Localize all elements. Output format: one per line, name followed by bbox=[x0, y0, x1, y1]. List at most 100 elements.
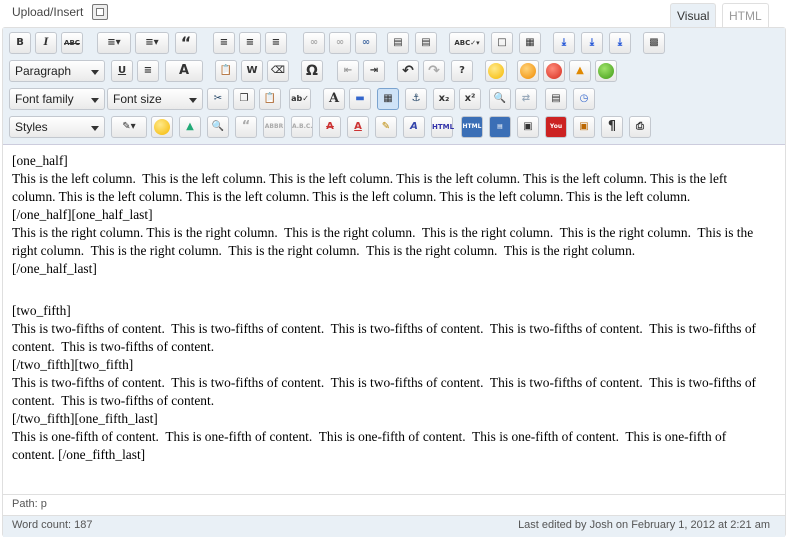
indent-button[interactable]: ⇥ bbox=[363, 60, 385, 82]
emotions-button[interactable] bbox=[151, 116, 173, 138]
superscript-button[interactable]: x² bbox=[459, 88, 481, 110]
subscript-button[interactable]: x₂ bbox=[433, 88, 455, 110]
abbr-button[interactable]: ABBR bbox=[263, 116, 285, 138]
binoculars-icon: 🔍 bbox=[493, 93, 507, 104]
fullscreen-icon: □ bbox=[497, 37, 507, 48]
acronym-button[interactable]: A.B.C. bbox=[291, 116, 313, 138]
scissors-icon: ✂ bbox=[213, 93, 223, 104]
insert-column-last-button[interactable]: ⤓ bbox=[609, 32, 631, 54]
show-blocks-button[interactable]: ¶ bbox=[601, 116, 623, 138]
insert-column-alt-button[interactable]: ⤓ bbox=[581, 32, 603, 54]
insert-link-button[interactable]: ∞ bbox=[303, 32, 325, 54]
undo-button[interactable]: ↶ bbox=[397, 60, 419, 82]
smiley-icon bbox=[488, 63, 504, 79]
find-button[interactable]: 🔍 bbox=[489, 88, 511, 110]
numbered-list-button[interactable]: ≡▾ bbox=[135, 32, 169, 54]
preview-button[interactable]: 🔍 bbox=[207, 116, 229, 138]
more-tag-button[interactable]: ▤ bbox=[387, 32, 409, 54]
font-size-select[interactable]: Font size bbox=[107, 88, 203, 110]
format-select-label: Paragraph bbox=[15, 64, 72, 78]
styles-select[interactable]: Styles bbox=[9, 116, 105, 138]
spellcheck-button[interactable]: ABC✓▾ bbox=[449, 32, 485, 54]
copy-button[interactable]: ❐ bbox=[233, 88, 255, 110]
html-button[interactable]: HTML bbox=[431, 116, 454, 138]
edit-css-button[interactable]: ✎▾ bbox=[111, 116, 147, 138]
smiley-button[interactable] bbox=[485, 60, 507, 82]
bullet-list-button[interactable]: ≡▾ bbox=[97, 32, 131, 54]
horizontal-rule-button[interactable]: ▬ bbox=[349, 88, 371, 110]
bold-button[interactable]: B bbox=[9, 32, 31, 54]
editor-content[interactable]: [one_half] This is the left column. This … bbox=[12, 152, 772, 464]
content-paragraph: This is one-fifth of content. This is on… bbox=[12, 429, 730, 462]
kitchen-sink-button[interactable]: ▦ bbox=[519, 32, 541, 54]
remove-format-button[interactable]: ⌫ bbox=[267, 60, 289, 82]
undo-icon: ↶ bbox=[402, 63, 414, 79]
text-style-button[interactable]: A bbox=[323, 88, 345, 110]
insert-column-icon: ⤓ bbox=[561, 37, 567, 48]
table-button[interactable]: ▦ bbox=[377, 88, 399, 110]
blockquote-button[interactable]: “ bbox=[175, 32, 197, 54]
unlink-icon: ∞ bbox=[335, 37, 345, 48]
upload-insert-label[interactable]: Upload/Insert bbox=[12, 5, 83, 19]
media-embed-icon: ▣ bbox=[579, 121, 589, 132]
delete-button[interactable]: A bbox=[319, 116, 341, 138]
media-button[interactable]: ▩ bbox=[643, 32, 665, 54]
align-left-button[interactable]: ≡ bbox=[213, 32, 235, 54]
cite-button[interactable]: “ bbox=[235, 116, 257, 138]
insert-image-button[interactable]: ▲ bbox=[179, 116, 201, 138]
justify-button[interactable]: ≡ bbox=[137, 60, 159, 82]
insert-text-button[interactable]: A bbox=[347, 116, 369, 138]
underline-button[interactable]: U bbox=[111, 60, 133, 82]
print-button[interactable]: ⎙ bbox=[629, 116, 651, 138]
film-button[interactable]: ▣ bbox=[517, 116, 539, 138]
embed-media-button[interactable]: ▣ bbox=[573, 116, 595, 138]
html-source-button[interactable]: ▤ bbox=[489, 116, 511, 138]
insert-date-button[interactable]: ▤ bbox=[545, 88, 567, 110]
font-family-select[interactable]: Font family bbox=[9, 88, 105, 110]
anchor-button[interactable]: ⚓ bbox=[405, 88, 427, 110]
page-break-button[interactable]: ▤ bbox=[415, 32, 437, 54]
content-paragraph: [/one_half_last] bbox=[12, 261, 97, 276]
html-edit-button[interactable]: HTML bbox=[461, 116, 483, 138]
replace-button[interactable]: ⇄ bbox=[515, 88, 537, 110]
insert-column-button[interactable]: ⤓ bbox=[553, 32, 575, 54]
youtube-button[interactable]: You bbox=[545, 116, 567, 138]
insert-time-button[interactable]: ◷ bbox=[573, 88, 595, 110]
spellcheck-icon: ABC✓▾ bbox=[454, 39, 480, 47]
success-box-button[interactable] bbox=[595, 60, 617, 82]
link-break-button[interactable]: ∞ bbox=[355, 32, 377, 54]
anchor-icon: ⚓ bbox=[411, 93, 421, 104]
justify-icon: ≡ bbox=[143, 65, 153, 76]
paste-button[interactable]: 📋 bbox=[259, 88, 281, 110]
outdent-button[interactable]: ⇤ bbox=[337, 60, 359, 82]
align-right-button[interactable]: ≡ bbox=[265, 32, 287, 54]
text-color-button[interactable]: A bbox=[165, 60, 203, 82]
italic-button[interactable]: I bbox=[35, 32, 57, 54]
info-warning-button[interactable] bbox=[517, 60, 539, 82]
youtube-icon: You bbox=[549, 123, 563, 130]
spellcheck-ab-button[interactable]: ab✓ bbox=[289, 88, 311, 110]
alert-box-button[interactable]: ▲ bbox=[569, 60, 591, 82]
styleprops-button[interactable]: A bbox=[403, 116, 425, 138]
tab-visual[interactable]: Visual bbox=[670, 3, 717, 28]
content-paragraph: This is the right column. This is the ri… bbox=[12, 225, 757, 258]
format-select[interactable]: Paragraph bbox=[9, 60, 105, 82]
align-center-button[interactable]: ≡ bbox=[239, 32, 261, 54]
unlink-button[interactable]: ∞ bbox=[329, 32, 351, 54]
tab-html[interactable]: HTML bbox=[722, 3, 769, 28]
last-edited: Last edited by Josh on February 1, 2012 … bbox=[518, 519, 770, 531]
attributes-button[interactable]: ✎ bbox=[375, 116, 397, 138]
help-button[interactable]: ? bbox=[451, 60, 473, 82]
add-media-icon[interactable] bbox=[92, 4, 108, 20]
redo-button[interactable]: ↷ bbox=[423, 60, 445, 82]
special-char-button[interactable]: Ω bbox=[301, 60, 323, 82]
more-tag-icon: ▤ bbox=[393, 37, 403, 48]
paste-text-button[interactable]: 📋 bbox=[215, 60, 237, 82]
content-paragraph: [one_half] bbox=[12, 153, 68, 168]
fullscreen-button[interactable]: □ bbox=[491, 32, 513, 54]
error-box-button[interactable] bbox=[543, 60, 565, 82]
cut-button[interactable]: ✂ bbox=[207, 88, 229, 110]
calendar-icon: ▤ bbox=[551, 93, 561, 104]
paste-word-button[interactable]: W bbox=[241, 60, 263, 82]
strikethrough-button[interactable]: ABC bbox=[61, 32, 83, 54]
